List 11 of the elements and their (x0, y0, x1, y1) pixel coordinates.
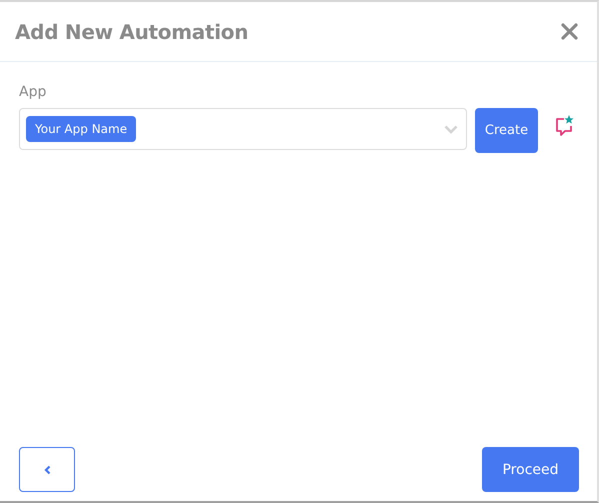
chevron-left-icon (44, 464, 50, 474)
back-button[interactable] (19, 447, 75, 492)
field-label: App (19, 84, 48, 100)
close-icon[interactable] (561, 23, 578, 40)
dialog-title: Add New Automation (15, 20, 248, 44)
chevron-down-icon (444, 124, 458, 134)
chat-star-icon[interactable] (555, 114, 575, 138)
create-button[interactable]: Create (475, 108, 538, 153)
app-tag: Your App Name (26, 116, 136, 142)
proceed-button[interactable]: Proceed (482, 447, 579, 492)
app-select[interactable]: Your App Name (19, 108, 467, 150)
